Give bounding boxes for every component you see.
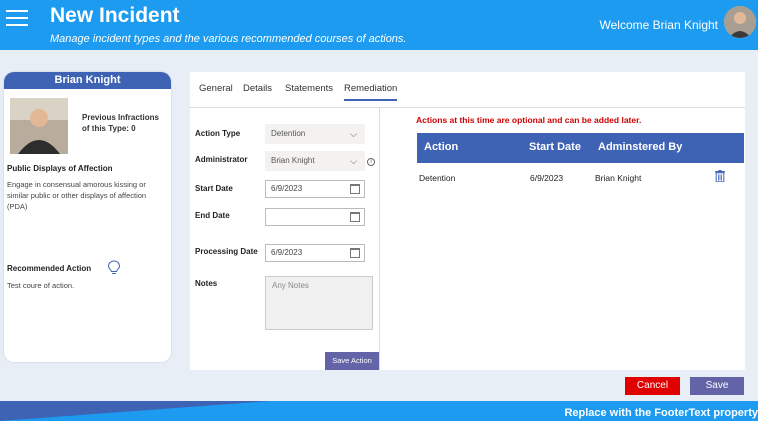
hamburger-menu-icon[interactable]	[6, 10, 28, 28]
column-header-action: Action	[424, 141, 459, 153]
footer-text: Replace with the FooterText property	[564, 407, 758, 419]
page-title: New Incident	[50, 4, 180, 27]
processing-date-value: 6/9/2023	[271, 248, 303, 257]
user-avatar[interactable]	[724, 6, 756, 38]
tab-details[interactable]: Details	[243, 83, 272, 99]
processing-date-picker[interactable]: 6/9/2023	[265, 244, 365, 262]
calendar-icon[interactable]	[350, 184, 360, 194]
save-action-button[interactable]: Save Action	[325, 352, 379, 370]
tab-bar: General Details Statements Remediation	[190, 72, 745, 108]
actions-table: Action Start Date Adminstered By Detenti…	[417, 133, 744, 187]
optional-notice: Actions at this time are optional and ca…	[416, 115, 642, 125]
action-type-value: Detention	[271, 129, 306, 138]
column-header-administered-by: Adminstered By	[598, 141, 683, 153]
notes-label: Notes	[195, 279, 218, 288]
incident-panel: General Details Statements Remediation A…	[190, 72, 745, 370]
notes-input[interactable]: Any Notes	[265, 276, 373, 330]
chevron-down-icon: ⌵	[350, 129, 357, 139]
action-type-select[interactable]: Detention ⌵	[265, 124, 365, 144]
start-date-picker[interactable]: 6/9/2023	[265, 180, 365, 198]
info-icon[interactable]: i	[367, 158, 375, 166]
student-name: Brian Knight	[4, 72, 171, 89]
cell-start-date: 6/9/2023	[530, 173, 564, 183]
infraction-title: Public Displays of Affection	[7, 164, 113, 173]
page-subtitle: Manage incident types and the various re…	[50, 33, 407, 45]
lightbulb-icon[interactable]	[107, 260, 121, 276]
processing-date-label: Processing Date	[195, 247, 258, 256]
tab-statements[interactable]: Statements	[285, 83, 333, 99]
remediation-form: Action Type Detention ⌵ Administrator Br…	[190, 108, 380, 370]
administrator-value: Brian Knight	[271, 156, 315, 165]
app-header: New Incident Manage incident types and t…	[0, 0, 758, 50]
cancel-button[interactable]: Cancel	[625, 377, 680, 395]
cell-action: Detention	[419, 173, 456, 183]
student-photo	[10, 98, 68, 154]
action-type-label: Action Type	[195, 129, 241, 138]
save-button[interactable]: Save	[690, 377, 744, 395]
end-date-label: End Date	[195, 211, 230, 220]
end-date-picker[interactable]	[265, 208, 365, 226]
tab-remediation[interactable]: Remediation	[344, 83, 398, 101]
previous-infractions: Previous Infractions of this Type: 0	[82, 113, 159, 133]
administrator-select[interactable]: Brian Knight ⌵	[265, 151, 365, 171]
recommended-action-text: Test coure of action.	[7, 281, 75, 290]
footer-accent	[0, 401, 270, 421]
infraction-description: Engage in consensual amorous kissing or …	[7, 180, 147, 211]
trash-icon[interactable]	[715, 170, 725, 182]
column-header-start-date: Start Date	[529, 141, 581, 153]
table-header: Action Start Date Adminstered By	[417, 133, 744, 163]
calendar-icon[interactable]	[350, 248, 360, 258]
administrator-label: Administrator	[195, 155, 248, 164]
start-date-label: Start Date	[195, 184, 233, 193]
cell-administered-by: Brian Knight	[595, 173, 642, 183]
chevron-down-icon: ⌵	[350, 156, 357, 166]
welcome-text: Welcome Brian Knight	[599, 18, 719, 32]
student-card: Brian Knight Previous Infractions of thi…	[4, 72, 171, 362]
app-footer: Replace with the FooterText property	[0, 401, 758, 421]
tab-general[interactable]: General	[199, 83, 233, 99]
table-row[interactable]: Detention 6/9/2023 Brian Knight	[417, 163, 744, 187]
calendar-icon[interactable]	[350, 212, 360, 222]
recommended-action-label: Recommended Action	[7, 264, 92, 273]
start-date-value: 6/9/2023	[271, 184, 303, 193]
